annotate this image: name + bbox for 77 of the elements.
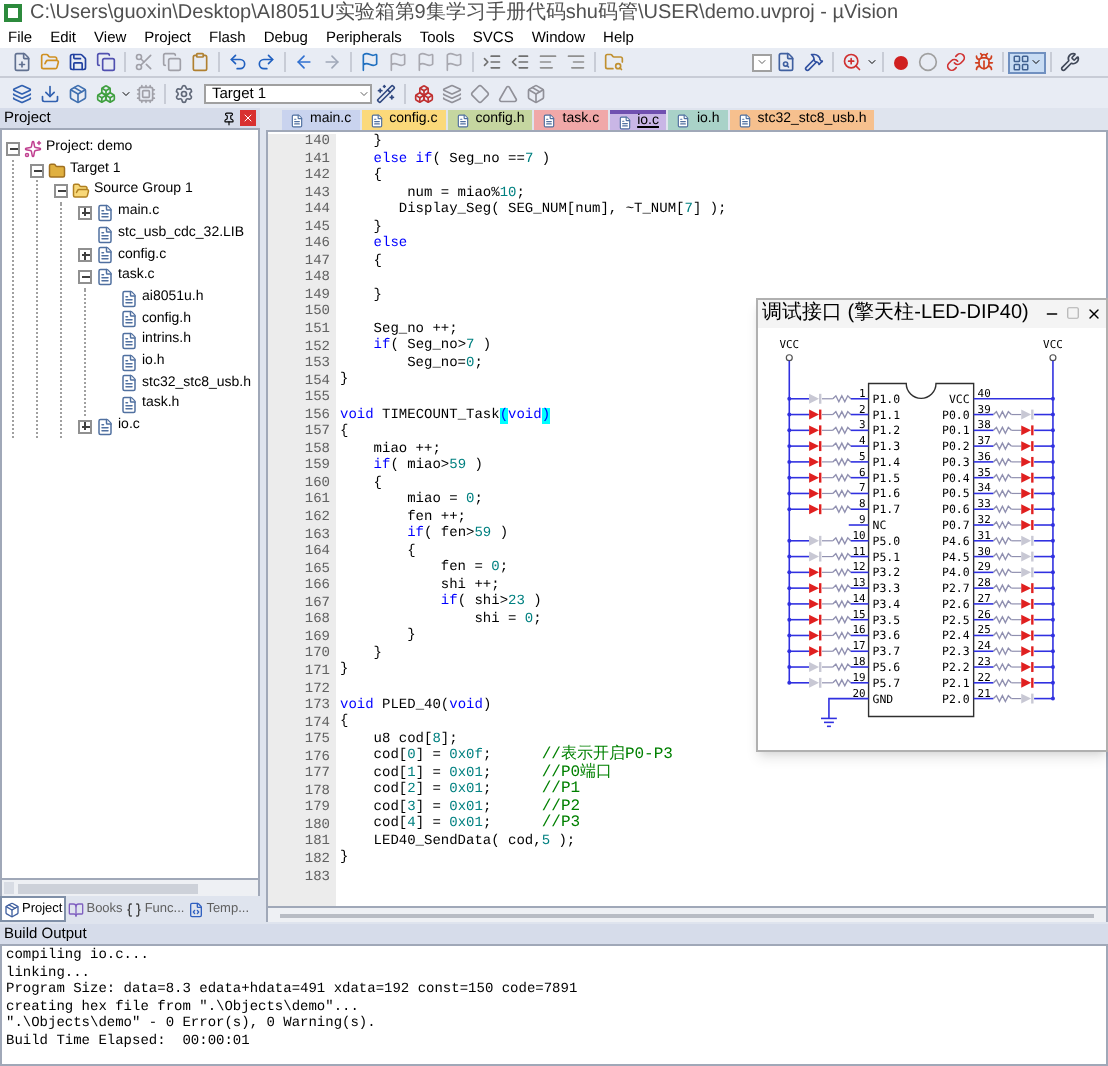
file-icon — [120, 310, 138, 329]
copy-icon[interactable] — [162, 52, 182, 72]
settings-icon[interactable] — [174, 83, 194, 103]
caret-icon — [358, 87, 370, 99]
chip-icon[interactable] — [136, 83, 156, 103]
file-icon — [96, 417, 114, 436]
close-icon[interactable] — [1086, 305, 1102, 322]
template-icon — [188, 901, 205, 917]
new-file-icon[interactable] — [12, 52, 32, 72]
collapse-toggle[interactable] — [78, 269, 92, 284]
breakpoint-icon[interactable] — [894, 55, 908, 69]
layers-icon[interactable] — [442, 83, 462, 103]
boxes-icon[interactable] — [414, 83, 434, 103]
wrench-icon[interactable] — [1060, 52, 1080, 72]
layers-icon[interactable] — [12, 83, 32, 103]
books-icon — [68, 901, 85, 917]
expand-toggle[interactable] — [78, 205, 92, 220]
find-combo[interactable] — [752, 53, 772, 71]
file-icon — [96, 225, 114, 244]
save-icon[interactable] — [68, 52, 88, 72]
window-title: C:\Users\guoxin\Desktop\AI8051U实验箱第9集学习手册代码shu码管\USER\demo.uvproj - µVision — [30, 1, 899, 25]
horizontal-scrollbar[interactable] — [266, 908, 1108, 922]
package-icon[interactable] — [68, 83, 88, 103]
horizontal-scrollbar[interactable] — [0, 880, 260, 896]
boxes-icon[interactable] — [96, 83, 116, 103]
close-icon — [242, 112, 254, 124]
triangle-icon[interactable] — [498, 83, 518, 103]
window-layout-button[interactable] — [1008, 51, 1046, 73]
expand-toggle[interactable] — [78, 419, 92, 434]
caret-icon — [1030, 56, 1042, 68]
zoom-icon[interactable] — [842, 52, 862, 72]
redo-icon[interactable] — [256, 52, 276, 72]
outdent-icon[interactable] — [510, 52, 530, 72]
cut-icon[interactable] — [134, 52, 154, 72]
back-icon[interactable] — [294, 52, 314, 72]
find-in-files-icon[interactable] — [604, 52, 624, 72]
folder-icon — [48, 161, 66, 180]
download-icon[interactable] — [40, 83, 60, 103]
undo-icon[interactable] — [228, 52, 248, 72]
window-title: 调试接口 (擎天柱-LED-DIP40) — [762, 301, 1029, 326]
file-icon — [96, 246, 114, 265]
file-icon — [120, 289, 138, 308]
collapse-toggle[interactable] — [6, 141, 20, 156]
file-search-icon[interactable] — [776, 52, 796, 72]
indent-icon[interactable] — [482, 52, 502, 72]
save-all-icon[interactable] — [96, 52, 116, 72]
ground-icon — [820, 697, 870, 727]
folder-icon[interactable] — [40, 52, 60, 72]
hammer-icon[interactable] — [804, 52, 824, 72]
layout-icon — [1012, 53, 1030, 71]
link-icon[interactable] — [946, 52, 966, 72]
braces-icon — [126, 901, 143, 917]
folder-icon — [72, 182, 90, 201]
diamond-icon[interactable] — [470, 83, 490, 103]
file-icon — [120, 396, 138, 415]
comment-icon[interactable] — [538, 52, 558, 72]
package-icon[interactable] — [526, 83, 546, 103]
wand-icon[interactable] — [376, 83, 396, 103]
file-icon — [120, 374, 138, 393]
caret-icon[interactable] — [866, 56, 878, 68]
caret-icon[interactable] — [120, 87, 132, 99]
close-button[interactable] — [240, 110, 256, 126]
bug-icon[interactable] — [974, 52, 994, 72]
expand-toggle[interactable] — [78, 248, 92, 263]
project-icon — [4, 901, 20, 917]
collapse-toggle[interactable] — [30, 163, 44, 178]
project-icon — [24, 139, 42, 158]
file-icon — [120, 332, 138, 351]
collapse-toggle[interactable] — [54, 184, 68, 199]
uncomment-icon[interactable] — [566, 52, 586, 72]
pin-icon[interactable] — [222, 111, 236, 125]
file-icon — [96, 267, 114, 286]
paste-icon[interactable] — [190, 52, 210, 72]
file-icon — [120, 353, 138, 372]
circle-icon[interactable] — [918, 52, 938, 72]
caret-icon — [756, 56, 768, 68]
file-icon — [96, 203, 114, 222]
